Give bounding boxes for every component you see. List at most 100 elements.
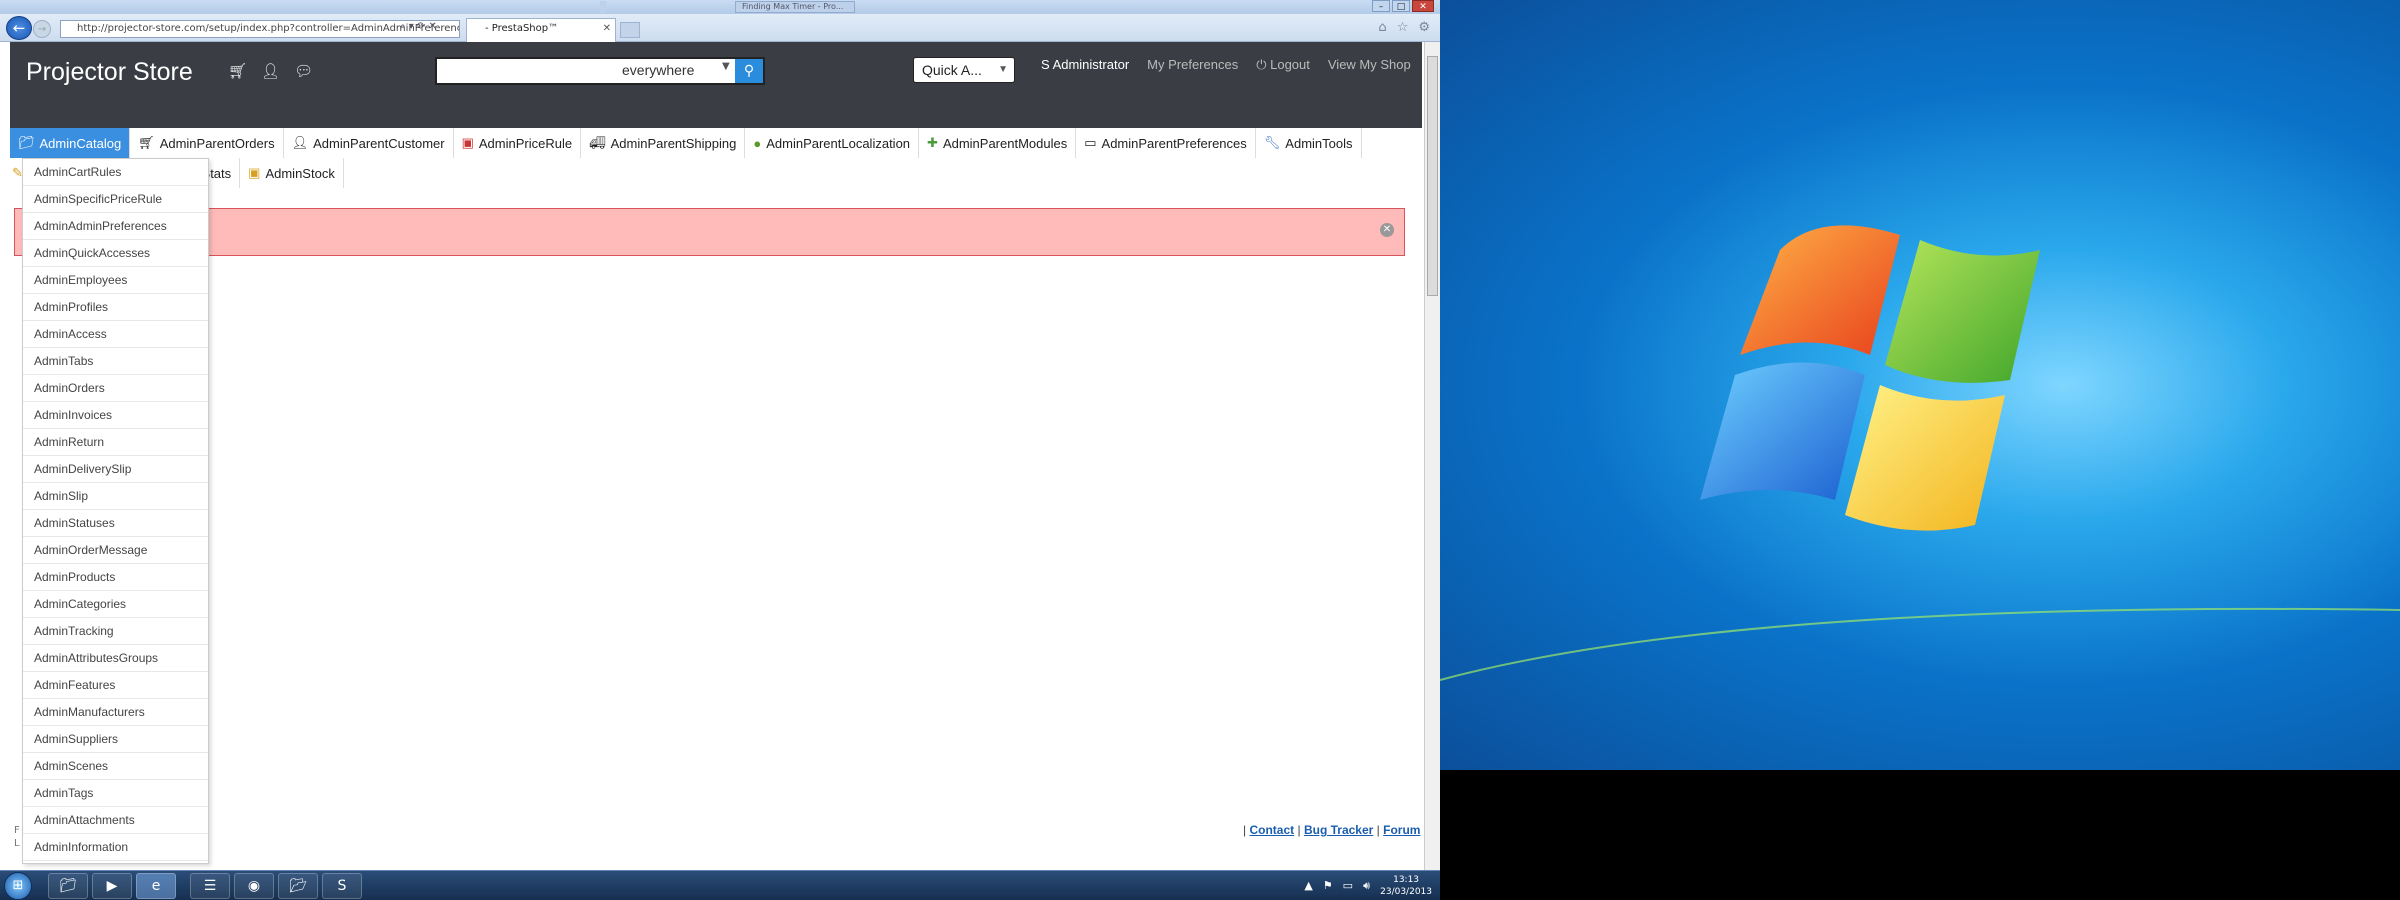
search-box: everywhere ▼ ⚲ <box>435 57 765 85</box>
scrollbar-thumb[interactable] <box>1427 56 1438 296</box>
quick-access-select[interactable]: Quick A... ▼ <box>913 57 1015 83</box>
tab-label: AdminParentShipping <box>610 135 737 151</box>
truck-icon: 🚚︎ <box>589 135 606 150</box>
chevron-down-icon[interactable]: ▼ <box>722 61 730 72</box>
forum-link[interactable]: Forum <box>1383 823 1420 837</box>
start-button[interactable]: ⊞ <box>4 872 32 900</box>
wrench-icon: 🔧︎ <box>1263 135 1281 150</box>
tab-admin-catalog[interactable]: 📁︎ AdminCatalog <box>10 128 131 158</box>
dropdown-item[interactable]: AdminOrderMessage <box>23 537 208 564</box>
shop-name[interactable]: Projector Store <box>26 58 193 87</box>
dropdown-item[interactable]: AdminProducts <box>23 564 208 591</box>
settings-gear-icon[interactable]: ⚙ <box>1418 20 1430 35</box>
my-preferences-link[interactable]: My Preferences <box>1147 57 1238 73</box>
back-button[interactable]: ← <box>6 16 32 40</box>
dropdown-item[interactable]: AdminAttachments <box>23 807 208 834</box>
view-my-shop-link[interactable]: View My Shop <box>1328 57 1411 73</box>
show-hidden-icons-icon[interactable]: ▲ <box>1304 879 1312 893</box>
tab-admin-parent-preferences[interactable]: ▭ AdminParentPreferences <box>1076 128 1256 158</box>
explorer-taskbar-icon[interactable]: 📁︎ <box>48 873 88 899</box>
network-icon[interactable]: ▭ <box>1343 879 1353 893</box>
box-icon: ▣ <box>248 165 261 180</box>
chrome-taskbar-icon[interactable]: ◉ <box>234 873 274 899</box>
footer-links: | Contact | Bug Tracker | Forum <box>1243 823 1420 837</box>
dropdown-item[interactable]: AdminCategories <box>23 591 208 618</box>
app-taskbar-icon[interactable]: ☰ <box>190 873 230 899</box>
dropdown-item[interactable]: AdminSuppliers <box>23 726 208 753</box>
search-icon: ⚲ <box>743 63 755 79</box>
logout-link[interactable]: ⏻ Logout <box>1256 57 1310 73</box>
dropdown-item[interactable]: AdminAccess <box>23 321 208 348</box>
search-input[interactable] <box>439 61 609 81</box>
separator: | <box>1297 823 1301 837</box>
dropdown-item[interactable]: AdminInformation <box>23 834 208 861</box>
dropdown-item[interactable]: AdminAttributesGroups <box>23 645 208 672</box>
search-scope-select[interactable]: everywhere <box>622 62 694 78</box>
contact-link[interactable]: Contact <box>1249 823 1294 837</box>
forward-button[interactable]: → <box>33 20 51 38</box>
windows-logo-icon <box>1440 225 2400 681</box>
catalog-dropdown-menu: AdminCartRules AdminSpecificPriceRule Admi… <box>22 158 209 864</box>
favorites-icon[interactable]: ☆ <box>1397 20 1409 35</box>
tab-admin-parent-shipping[interactable]: 🚚︎ AdminParentShipping <box>581 128 746 158</box>
dropdown-item[interactable]: AdminStatuses <box>23 510 208 537</box>
address-tools[interactable]: ⌕ ▾ ⟳ ✕ <box>400 21 437 32</box>
clock[interactable]: 13:13 23/03/2013 <box>1380 874 1432 898</box>
footer-left-fragment: FL <box>14 825 20 849</box>
dropdown-item[interactable]: AdminReturn <box>23 429 208 456</box>
employee-name[interactable]: S Administrator <box>1041 57 1129 73</box>
tab-close-icon[interactable]: ✕ <box>603 19 611 39</box>
dropdown-item[interactable]: AdminOrders <box>23 375 208 402</box>
dropdown-item[interactable]: AdminInvoices <box>23 402 208 429</box>
active-browser-tab[interactable]: - PrestaShop™ ✕ <box>466 18 616 42</box>
internet-explorer-taskbar-icon[interactable]: e <box>136 873 176 899</box>
maximize-button[interactable]: □ <box>1392 0 1410 12</box>
volume-icon[interactable]: 🔊︎ <box>1363 879 1370 893</box>
tab-admin-price-rule[interactable]: ▣ AdminPriceRule <box>454 128 582 158</box>
skype-taskbar-icon[interactable]: S <box>322 873 362 899</box>
tab-admin-stock[interactable]: ▣ AdminStock <box>240 158 344 188</box>
close-icon[interactable]: ✕ <box>1380 223 1394 237</box>
dropdown-item[interactable]: AdminTabs <box>23 348 208 375</box>
media-player-taskbar-icon[interactable]: ▶ <box>92 873 132 899</box>
background-tab[interactable]: Finding Max Timer - Pro... <box>735 1 855 13</box>
folder-taskbar-icon[interactable]: 📂︎ <box>278 873 318 899</box>
dropdown-item[interactable]: AdminFeatures <box>23 672 208 699</box>
shop-header: Projector Store 🛒︎ 👤︎ 💬︎ everywhere ▼ ⚲ … <box>10 42 1422 128</box>
dropdown-item[interactable]: AdminCartRules <box>23 159 208 186</box>
dropdown-item[interactable]: AdminQuickAccesses <box>23 240 208 267</box>
user-icon: 👤︎ <box>291 135 309 150</box>
cart-icon[interactable]: 🛒︎ <box>228 62 247 80</box>
customer-icon[interactable]: 👤︎ <box>261 62 280 80</box>
messages-icon[interactable]: 💬︎ <box>294 62 313 80</box>
dropdown-item[interactable]: AdminSpecificPriceRule <box>23 186 208 213</box>
close-window-button[interactable]: ✕ <box>1412 0 1434 12</box>
bug-tracker-link[interactable]: Bug Tracker <box>1304 823 1373 837</box>
dropdown-item[interactable]: AdminTags <box>23 780 208 807</box>
tab-admin-tools[interactable]: 🔧︎ AdminTools <box>1256 128 1362 158</box>
home-icon[interactable]: ⌂ <box>1378 20 1386 35</box>
tab-admin-parent-localization[interactable]: ● AdminParentLocalization <box>745 128 920 158</box>
tab-admin-parent-orders[interactable]: 🛒︎ AdminParentOrders <box>130 128 284 158</box>
dropdown-item[interactable]: AdminAdminPreferences <box>23 213 208 240</box>
dropdown-item[interactable]: AdminManufacturers <box>23 699 208 726</box>
desktop-wallpaper <box>1440 0 2400 770</box>
dropdown-item[interactable]: AdminTracking <box>23 618 208 645</box>
main-menu-row-1: 📁︎ AdminCatalog 🛒︎ AdminParentOrders 👤︎ Adm… <box>10 128 1362 158</box>
dropdown-item[interactable]: AdminEmployees <box>23 267 208 294</box>
clock-time: 13:13 <box>1393 875 1420 885</box>
vertical-scrollbar[interactable] <box>1424 42 1440 870</box>
search-button[interactable]: ⚲ <box>735 59 763 83</box>
action-center-flag-icon[interactable]: ⚑ <box>1323 879 1333 893</box>
tab-admin-parent-modules[interactable]: ✚ AdminParentModules <box>919 128 1077 158</box>
dropdown-item[interactable]: AdminProfiles <box>23 294 208 321</box>
dropdown-item[interactable]: AdminSlip <box>23 483 208 510</box>
tab-label: AdminPriceRule <box>478 135 573 151</box>
clock-date: 23/03/2013 <box>1380 887 1432 897</box>
dropdown-item[interactable]: AdminDeliverySlip <box>23 456 208 483</box>
taskbar: ⊞ 📁︎ ▶ e ☰ ◉ 📂︎ S ▲ ⚑ ▭ 🔊︎ 13:13 23/03/2… <box>0 870 1440 900</box>
minimize-button[interactable]: – <box>1372 0 1390 12</box>
dropdown-item[interactable]: AdminScenes <box>23 753 208 780</box>
tab-admin-parent-customer[interactable]: 👤︎ AdminParentCustomer <box>284 128 454 158</box>
new-tab-button[interactable] <box>620 22 640 38</box>
